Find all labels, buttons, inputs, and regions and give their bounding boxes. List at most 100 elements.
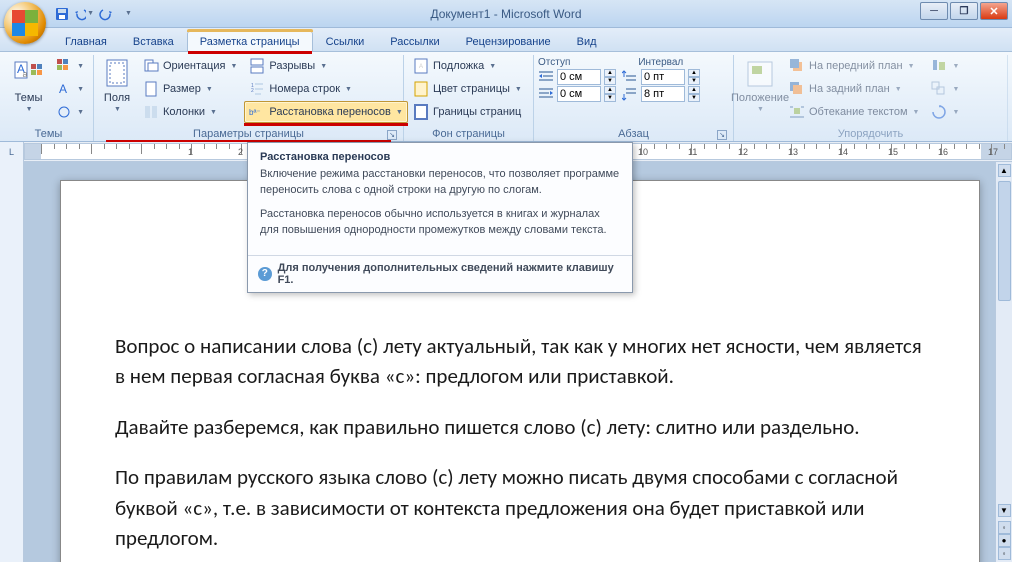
scroll-up-button[interactable]: ▲ <box>998 164 1011 177</box>
svg-text:A: A <box>419 64 423 70</box>
tab-page-layout[interactable]: Разметка страницы <box>187 31 313 51</box>
orientation-button[interactable]: Ориентация▼ <box>138 55 242 77</box>
wrap-icon <box>789 104 805 120</box>
send-to-back-button[interactable]: На задний план ▼ <box>784 78 924 100</box>
chevron-down-icon: ▼ <box>895 86 902 93</box>
theme-effects-button[interactable]: ▼ <box>51 101 89 123</box>
tooltip-footer: ? Для получения дополнительных сведений … <box>248 255 632 292</box>
tab-view[interactable]: Вид <box>564 31 610 51</box>
spinner-down[interactable]: ▼ <box>604 77 616 85</box>
watermark-button[interactable]: AПодложка▼ <box>408 55 527 77</box>
spinner-down[interactable]: ▼ <box>688 94 700 102</box>
tab-review[interactable]: Рецензирование <box>453 31 564 51</box>
vertical-scrollbar[interactable]: ▲ ▼ ◦ ● ◦ <box>995 162 1012 562</box>
scroll-thumb[interactable] <box>998 181 1011 301</box>
theme-colors-button[interactable]: ▼ <box>51 55 89 77</box>
theme-fonts-button[interactable]: A▼ <box>51 78 89 100</box>
spinner-down[interactable]: ▼ <box>688 77 700 85</box>
paragraph-label-text: Абзац <box>618 128 649 140</box>
spacing-after-field[interactable]: ▲▼ <box>622 86 700 102</box>
indent-right-input[interactable] <box>557 86 601 102</box>
close-button[interactable]: ✕ <box>980 2 1008 20</box>
line-numbers-label: Номера строк <box>269 83 340 95</box>
indent-right-field[interactable]: ▲▼ <box>538 86 616 102</box>
orientation-icon <box>143 58 159 74</box>
line-numbers-button[interactable]: 12Номера строк▼ <box>244 78 407 100</box>
chevron-down-icon: ▼ <box>908 63 915 70</box>
columns-icon <box>143 104 159 120</box>
browse-next-button[interactable]: ◦ <box>998 547 1011 560</box>
size-icon <box>143 81 159 97</box>
breaks-button[interactable]: Разрывы▼ <box>244 55 407 77</box>
paragraph-dialog-launcher[interactable]: ↘ <box>717 130 727 140</box>
save-button[interactable] <box>52 4 72 24</box>
hyphenation-button[interactable]: bª⁻Расстановка переносов▼ <box>244 101 407 123</box>
spinner-up[interactable]: ▲ <box>688 86 700 94</box>
document-paragraph: Вопрос о написании слова (с) лету актуал… <box>115 331 925 392</box>
tab-home[interactable]: Главная <box>52 31 120 51</box>
columns-button[interactable]: Колонки▼ <box>138 101 242 123</box>
tab-references[interactable]: Ссылки <box>313 31 378 51</box>
line-numbers-icon: 12 <box>249 81 265 97</box>
wrap-label: Обтекание текстом <box>809 106 908 118</box>
chevron-down-icon: ▼ <box>77 109 84 116</box>
watermark-icon: A <box>413 58 429 74</box>
bring-front-label: На передний план <box>809 60 903 72</box>
spacing-before-field[interactable]: ▲▼ <box>622 69 700 85</box>
indent-left-field[interactable]: ▲▼ <box>538 69 616 85</box>
watermark-label: Подложка <box>433 60 484 72</box>
page-setup-dialog-launcher[interactable]: ↘ <box>387 130 397 140</box>
spinner-up[interactable]: ▲ <box>604 69 616 77</box>
chevron-down-icon: ▼ <box>210 109 217 116</box>
spinner-up[interactable]: ▲ <box>604 86 616 94</box>
chevron-down-icon: ▼ <box>952 63 959 70</box>
scroll-down-button[interactable]: ▼ <box>998 504 1011 517</box>
text-wrap-button[interactable]: Обтекание текстом▼ <box>784 101 924 123</box>
bring-to-front-button[interactable]: На передний план ▼ <box>784 55 924 77</box>
browse-select-button[interactable]: ● <box>998 534 1011 547</box>
size-label: Размер <box>163 83 201 95</box>
spinner-up[interactable]: ▲ <box>688 69 700 77</box>
ruler-corner: L <box>0 142 24 162</box>
undo-icon <box>74 7 86 21</box>
margins-button[interactable]: Поля ▼ <box>98 55 136 116</box>
page-color-button[interactable]: Цвет страницы▼ <box>408 78 527 100</box>
browse-prev-button[interactable]: ◦ <box>998 521 1011 534</box>
maximize-button[interactable]: ❐ <box>950 2 978 20</box>
minimize-button[interactable]: ─ <box>920 2 948 20</box>
group-arrange-label: Упорядочить <box>738 127 1003 141</box>
align-button[interactable]: ▼ <box>926 55 964 77</box>
vertical-ruler[interactable] <box>0 162 24 562</box>
rotate-button[interactable]: ▼ <box>926 101 964 123</box>
tab-insert[interactable]: Вставка <box>120 31 187 51</box>
breaks-label: Разрывы <box>269 60 315 72</box>
spacing-header: Интервал <box>638 57 683 68</box>
chevron-down-icon: ▼ <box>206 86 213 93</box>
qat-customize[interactable]: ▼ <box>118 4 138 24</box>
indent-left-input[interactable] <box>557 69 601 85</box>
spacing-before-input[interactable] <box>641 69 685 85</box>
fonts-icon: A <box>56 81 72 97</box>
group-button[interactable]: ▼ <box>926 78 964 100</box>
hyphenation-icon: bª⁻ <box>249 104 265 120</box>
spacing-after-input[interactable] <box>641 86 685 102</box>
spinner-down[interactable]: ▼ <box>604 94 616 102</box>
group-paragraph: Отступ Интервал ▲▼ ▲▼ ▲▼ ▲▼ Абзац↘ <box>534 55 734 141</box>
themes-button[interactable]: Aa Темы ▼ <box>8 55 49 116</box>
position-label: Положение <box>731 92 789 104</box>
page-borders-button[interactable]: Границы страниц <box>408 101 527 123</box>
redo-button[interactable] <box>96 4 116 24</box>
send-back-icon <box>789 81 805 97</box>
office-button[interactable] <box>4 2 46 44</box>
chevron-down-icon: ▼ <box>952 86 959 93</box>
undo-button[interactable]: ▼ <box>74 4 94 24</box>
size-button[interactable]: Размер ▼ <box>138 78 242 100</box>
svg-text:bª⁻: bª⁻ <box>249 108 261 117</box>
send-back-label: На задний план <box>809 83 890 95</box>
tab-mailings[interactable]: Рассылки <box>377 31 452 51</box>
chevron-down-icon: ▼ <box>515 86 522 93</box>
themes-label: Темы <box>15 92 43 104</box>
position-button[interactable]: Положение ▼ <box>738 55 782 116</box>
themes-icon: Aa <box>13 58 45 90</box>
window-controls: ─ ❐ ✕ <box>920 2 1008 20</box>
